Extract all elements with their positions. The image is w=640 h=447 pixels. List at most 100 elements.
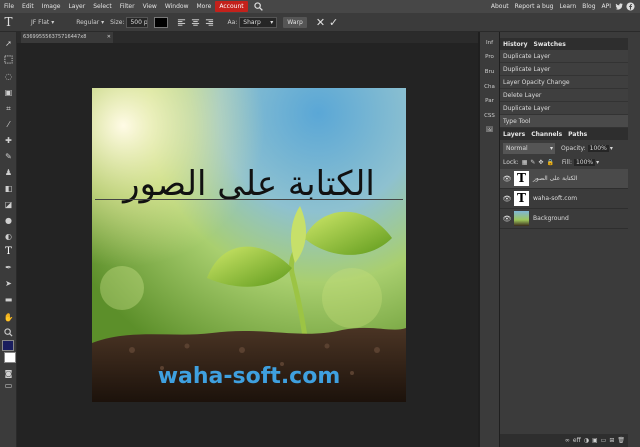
visibility-eye-icon[interactable]: 👁 [500,175,514,183]
side-btn-info[interactable]: Inf [481,37,498,50]
menu-file[interactable]: File [0,3,18,10]
workspace[interactable]: الكتابة على الصور waha-soft.com [17,43,478,447]
account-button[interactable]: Account [215,1,248,12]
layer-row[interactable]: 👁 T waha-soft.com [500,189,628,209]
eyedropper-icon[interactable]: ⁄ [3,119,14,130]
tab-paths[interactable]: Paths [565,131,590,138]
size-label: Size: [110,18,125,26]
image-panel-icon[interactable]: 🖼 [481,124,498,137]
side-btn-character[interactable]: Cha [481,81,498,94]
path-select-icon[interactable]: ➤ [3,278,14,289]
dodge-tool-icon[interactable]: ◐ [3,231,14,242]
history-item[interactable]: Duplicate Layer [500,50,628,63]
shape-tool-icon[interactable]: ▬ [3,294,14,305]
facebook-icon[interactable] [626,2,635,11]
blend-mode-select[interactable]: Normal ▾ [503,142,555,154]
tab-swatches[interactable]: Swatches [531,41,569,48]
antialias-select[interactable]: Sharp ▾ [239,16,278,28]
link-layers-icon[interactable]: ∞ [565,437,570,444]
new-layer-icon[interactable]: ⊞ [609,437,614,444]
menu-window[interactable]: Window [161,3,193,10]
new-group-icon[interactable]: ▭ [601,437,607,444]
arabic-text-layer[interactable]: الكتابة على الصور [92,164,406,204]
lock-pixels-icon[interactable]: ✎ [530,159,535,166]
opacity-input[interactable]: 100% [587,144,609,152]
menu-image[interactable]: Image [38,3,65,10]
history-item[interactable]: Delete Layer [500,89,628,102]
menu-more[interactable]: More [193,3,216,10]
image-canvas[interactable]: الكتابة على الصور waha-soft.com [92,88,406,402]
side-btn-brush[interactable]: Bru [481,66,498,79]
fill-dropdown-icon[interactable]: ▾ [596,159,599,166]
bucket-tool-icon[interactable]: ◪ [3,199,14,210]
watermark-text-layer[interactable]: waha-soft.com [92,364,406,389]
marquee-tool-icon[interactable] [3,55,14,66]
hand-tool-icon[interactable]: ✋ [3,312,14,323]
tab-channels[interactable]: Channels [528,131,565,138]
history-item[interactable]: Duplicate Layer [500,102,628,115]
history-item[interactable]: Duplicate Layer [500,63,628,76]
move-tool-icon[interactable]: ➚ [3,38,14,49]
zoom-tool-icon[interactable] [3,328,14,339]
menu-select[interactable]: Select [89,3,116,10]
lock-transparency-icon[interactable]: ▦ [522,159,528,166]
history-item[interactable]: Layer Opacity Change [500,76,628,89]
commit-icon[interactable]: ✓ [329,17,338,28]
menu-filter[interactable]: Filter [116,3,139,10]
history-item[interactable]: Type Tool [500,115,628,128]
text-color-swatch[interactable] [154,16,169,28]
foreground-color-swatch[interactable] [2,340,14,351]
adjustment-layer-icon[interactable]: ◑ [584,437,589,444]
healing-brush-icon[interactable]: ✚ [3,135,14,146]
menu-layer[interactable]: Layer [64,3,89,10]
eraser-tool-icon[interactable]: ◧ [3,183,14,194]
layer-row[interactable]: 👁 Background [500,209,628,229]
side-btn-css[interactable]: CSS [481,110,498,123]
visibility-eye-icon[interactable]: 👁 [500,195,514,203]
screen-mode-icon[interactable]: ▭ [3,380,14,391]
tab-layers[interactable]: Layers [500,131,528,138]
side-btn-paragraph[interactable]: Par [481,95,498,108]
lasso-tool-icon[interactable]: ◌ [3,71,14,82]
cancel-icon[interactable]: ✕ [316,17,325,28]
layer-effects-button[interactable]: eff [573,437,581,444]
menu-view[interactable]: View [139,3,161,10]
delete-layer-icon[interactable]: 🗑 [617,437,625,444]
search-icon[interactable] [253,2,263,11]
menu-learn[interactable]: Learn [556,3,579,10]
menu-about[interactable]: About [488,3,512,10]
menu-blog[interactable]: Blog [579,3,598,10]
layer-mask-icon[interactable]: ▣ [592,437,598,444]
font-style-select[interactable]: Regular ▾ [76,19,104,26]
fill-input[interactable]: 100% [573,158,596,166]
quick-mask-icon[interactable]: ◙ [3,368,14,379]
menu-edit[interactable]: Edit [18,3,38,10]
crop-tool-icon[interactable]: ⌗ [3,103,14,114]
menu-api[interactable]: API [599,3,615,10]
brush-tool-icon[interactable]: ✎ [3,151,14,162]
blur-tool-icon[interactable]: ● [3,215,14,226]
document-tab[interactable]: 636995556375716447x8 ✕ [21,32,113,43]
opacity-dropdown-icon[interactable]: ▾ [610,145,613,152]
stamp-tool-icon[interactable]: ♟ [3,167,14,178]
background-color-swatch[interactable] [4,352,16,363]
pen-tool-icon[interactable]: ✒ [3,262,14,273]
side-btn-properties[interactable]: Pro [481,51,498,64]
layer-row[interactable]: 👁 T الكتابة على الصور [500,169,628,189]
close-tab-icon[interactable]: ✕ [107,32,111,43]
font-family-select[interactable]: JF Flat ▾ [31,19,54,26]
type-tool-icon[interactable]: T [3,246,14,257]
visibility-eye-icon[interactable]: 👁 [500,215,514,223]
tab-history[interactable]: History [500,41,531,48]
lock-all-icon[interactable]: 🔒 [546,159,553,166]
font-size-input[interactable]: 500 pt [126,16,149,28]
warp-button[interactable]: Warp [283,16,307,28]
align-center-icon[interactable] [191,18,200,27]
menu-report-bug[interactable]: Report a bug [512,3,557,10]
blend-mode-value: Normal [506,144,528,152]
align-right-icon[interactable] [205,18,214,27]
lock-position-icon[interactable]: ✥ [538,159,543,166]
quick-select-icon[interactable]: ▣ [3,87,14,98]
align-left-icon[interactable] [177,18,186,27]
twitter-icon[interactable] [615,2,624,11]
